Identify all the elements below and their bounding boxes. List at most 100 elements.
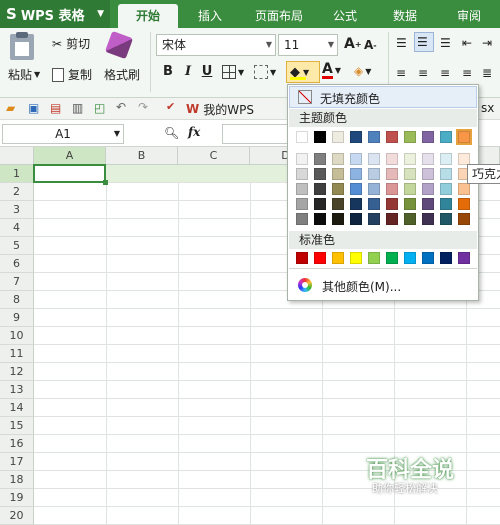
row-header[interactable]: 14 [0,399,34,417]
format-painter-icon[interactable] [104,30,134,60]
standard-color-swatch[interactable] [350,252,362,264]
redo-icon[interactable]: ↷ [138,100,148,114]
fill-color-button[interactable]: ◆ ▼ [286,61,320,83]
row-header[interactable]: 9 [0,309,34,327]
theme-shade-swatch[interactable] [458,183,470,195]
more-colors-option[interactable]: 其他颜色(M)... [289,275,477,297]
theme-shade-swatch[interactable] [422,153,434,165]
standard-color-swatch[interactable] [332,252,344,264]
standard-color-swatch[interactable] [458,252,470,264]
row-header[interactable]: 20 [0,507,34,525]
row-header[interactable]: 11 [0,345,34,363]
theme-shade-swatch[interactable] [440,183,452,195]
bold-button[interactable]: B [160,64,176,79]
theme-shade-swatch[interactable] [296,198,308,210]
tab-formulas[interactable]: 公式 [320,4,370,28]
no-fill-option[interactable]: 无填充颜色 [289,86,477,108]
theme-shade-swatch[interactable] [350,183,362,195]
theme-shade-swatch[interactable] [368,168,380,180]
tab-home[interactable]: 开始 [118,4,178,28]
theme-shade-swatch[interactable] [404,198,416,210]
row-header[interactable]: 13 [0,381,34,399]
standard-color-swatch[interactable] [296,252,308,264]
theme-shade-swatch[interactable] [440,213,452,225]
theme-shade-swatch[interactable] [422,168,434,180]
theme-shade-swatch[interactable] [440,168,452,180]
theme-shade-swatch[interactable] [404,213,416,225]
theme-shade-swatch[interactable] [350,168,362,180]
paste-label[interactable]: 粘贴 ▼ [8,66,40,83]
theme-shade-swatch[interactable] [440,198,452,210]
justify-icon[interactable]: ≡ [462,66,472,80]
row-header[interactable]: 16 [0,435,34,453]
standard-color-swatch[interactable] [440,252,452,264]
clear-format-button[interactable]: ◈ ▼ [354,64,371,78]
align-middle-icon[interactable]: ☰ [414,32,434,52]
theme-color-swatch[interactable] [422,131,434,143]
standard-color-swatch[interactable] [386,252,398,264]
zoom-icon[interactable]: 🔍︎ [164,126,179,140]
theme-shade-swatch[interactable] [314,168,326,180]
align-left-icon[interactable]: ≡ [396,66,406,80]
copy-button[interactable]: 复制 [52,66,92,83]
select-all-corner[interactable] [0,147,34,165]
font-color-button[interactable]: A ▼ [322,62,341,79]
font-size-select[interactable]: 11 ▼ [278,34,338,56]
theme-shade-swatch[interactable] [386,213,398,225]
row-header[interactable]: 8 [0,291,34,309]
row-header[interactable]: 15 [0,417,34,435]
row-header[interactable]: 5 [0,237,34,255]
theme-color-swatch[interactable] [368,131,380,143]
row-header[interactable]: 10 [0,327,34,345]
folder-icon[interactable]: ▰ [6,101,15,115]
pdf-icon[interactable]: ▤ [50,101,61,115]
my-wps-tab[interactable]: W 我的WPS [186,100,254,118]
active-cell-a1[interactable] [33,164,106,183]
standard-color-swatch[interactable] [368,252,380,264]
row-header[interactable]: 2 [0,183,34,201]
theme-shade-swatch[interactable] [314,153,326,165]
theme-shade-swatch[interactable] [296,183,308,195]
theme-color-swatch[interactable] [456,129,472,145]
tab-review[interactable]: 审阅 [444,4,494,28]
align-bottom-icon[interactable]: ☰ [440,36,451,50]
print-icon[interactable]: ▥ [72,101,83,115]
save-icon[interactable]: ▣ [28,101,39,115]
theme-shade-swatch[interactable] [404,168,416,180]
italic-button[interactable]: I [180,64,196,79]
theme-shade-swatch[interactable] [404,153,416,165]
paste-button[interactable] [10,32,34,60]
align-center-icon[interactable]: ≡ [418,66,428,80]
theme-shade-swatch[interactable] [332,183,344,195]
cut-button[interactable]: ✂ 剪切 [52,35,90,52]
theme-shade-swatch[interactable] [440,153,452,165]
row-header[interactable]: 3 [0,201,34,219]
theme-shade-swatch[interactable] [296,153,308,165]
theme-shade-swatch[interactable] [458,198,470,210]
theme-shade-swatch[interactable] [350,153,362,165]
standard-color-swatch[interactable] [404,252,416,264]
column-header-b[interactable]: B [106,147,178,165]
column-header-c[interactable]: C [178,147,250,165]
name-box[interactable]: A1 ▼ [2,124,124,144]
outdent-icon[interactable]: ⇥ [482,36,492,50]
app-menu-button[interactable]: S WPS 表格 ▼ [0,0,110,28]
indent-icon[interactable]: ⇤ [462,36,472,50]
function-button[interactable]: fx [188,125,200,139]
theme-shade-swatch[interactable] [368,153,380,165]
undo-icon[interactable]: ↶ [116,100,126,114]
theme-shade-swatch[interactable] [332,153,344,165]
row-header[interactable]: 17 [0,453,34,471]
format-painter-button[interactable]: 格式刷 [104,66,140,83]
xlsx-tab[interactable]: sx [481,101,494,115]
row-header[interactable]: 19 [0,489,34,507]
row-header[interactable]: 1 [0,165,34,183]
theme-shade-swatch[interactable] [332,213,344,225]
theme-shade-swatch[interactable] [332,198,344,210]
theme-shade-swatch[interactable] [422,213,434,225]
align-right-icon[interactable]: ≡ [440,66,450,80]
theme-color-swatch[interactable] [386,131,398,143]
fill-handle[interactable] [103,180,108,185]
formula-input[interactable] [222,124,288,144]
theme-shade-swatch[interactable] [422,198,434,210]
